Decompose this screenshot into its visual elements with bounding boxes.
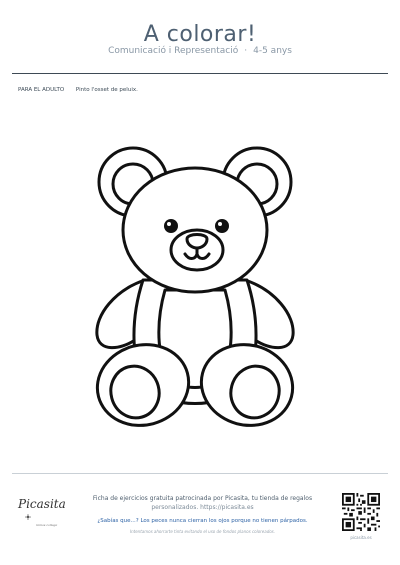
sponsor-link[interactable]: personalizados. https://picasita.es	[85, 503, 320, 512]
qr-caption: picasita.es	[350, 535, 372, 540]
header-divider	[12, 73, 388, 74]
ink-note: Intentamos ahorrarte tinta evitando el u…	[129, 529, 276, 534]
nose-icon	[185, 233, 209, 250]
teddy-bear-illustration	[95, 146, 295, 427]
subject-label: Comunicació i Representació	[108, 46, 239, 56]
right-eye-icon	[215, 219, 229, 233]
logo-flower-icon	[25, 514, 31, 520]
logo-wordmark: Picasita	[18, 497, 66, 511]
footer-divider	[12, 473, 388, 474]
age-label: 4-5 anys	[253, 46, 292, 56]
picasita-logo: Picasita ramos collage	[14, 497, 74, 531]
left-eye-icon	[164, 219, 178, 233]
instructions-text: Pinto l'osset de peluix.	[75, 87, 138, 93]
subtitle-separator: ·	[244, 46, 248, 56]
footer-info: Ficha de ejercicios gratuita patrocinada…	[85, 494, 320, 534]
sponsor-text: Ficha de ejercicios gratuita patrocinada…	[92, 495, 313, 502]
qr-code-icon[interactable]	[342, 493, 380, 531]
logo-tagline: ramos collage	[36, 523, 58, 527]
adult-instructions: PARA EL ADULTO Pinto l'osset de peluix.	[18, 87, 138, 93]
page-title: A colorar!	[143, 22, 257, 47]
instructions-label: PARA EL ADULTO	[18, 87, 65, 93]
fun-fact: ¿Sabías que...? Los peces nunca cierran …	[97, 518, 308, 524]
page-subtitle: Comunicació i Representació · 4-5 anys	[0, 46, 400, 56]
